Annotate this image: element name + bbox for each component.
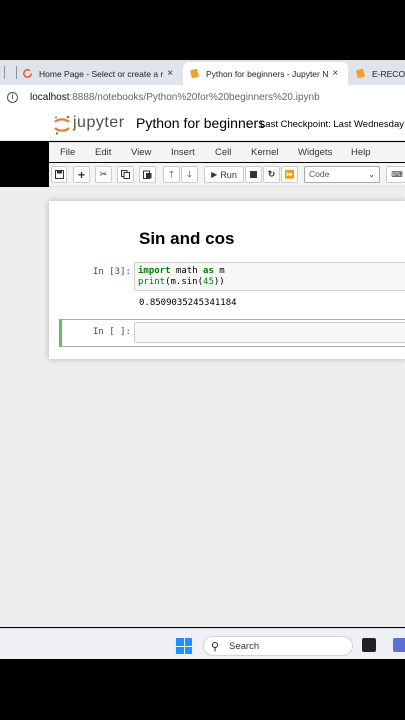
checkpoint-status: Last Checkpoint: Last Wednesday at [260,119,405,130]
jupyter-logo-text[interactable]: jupyter [73,114,125,132]
interrupt-button[interactable] [245,166,262,183]
insert-cell-button[interactable]: + [73,166,90,183]
taskbar-search[interactable]: ⚲ Search [203,636,353,656]
cell-type-value: Code [309,169,330,179]
cell-prompt: In [ ]: [93,327,131,337]
restart-icon: ↻ [267,169,276,179]
search-icon: ⚲ [211,641,220,653]
tab-home-page[interactable]: Home Page - Select or create a r × [22,62,180,85]
teams-app-icon[interactable] [393,638,405,652]
sync-icon [23,69,32,78]
notebook-title[interactable]: Python for beginners [136,115,265,131]
menu-edit[interactable]: Edit [95,147,111,158]
menu-bar: File Edit View Insert Cell Kernel Widget… [49,142,405,162]
tab-e-record[interactable]: E-RECOR [355,62,405,85]
search-placeholder: Search [229,641,260,652]
cell-type-select[interactable]: Code ⌄ [304,166,380,183]
tab-title: E-RECOR [372,68,405,79]
play-icon: ▶ [211,170,218,179]
restart-button[interactable]: ↻ [263,166,280,183]
run-button[interactable]: ▶ Run [204,166,244,183]
notebook-container: Sin and cos In [3]: import math as m pri… [49,201,405,359]
browser-tab-strip: Home Page - Select or create a r × Pytho… [0,60,405,85]
menu-cell[interactable]: Cell [215,147,231,158]
arrow-down-icon: 🡓 [187,168,192,179]
jupyter-logo-icon[interactable] [52,114,72,136]
close-tab-icon[interactable]: × [332,68,338,79]
command-palette-button[interactable]: ⌨ [386,166,405,183]
code-cell-input[interactable]: import math as m print(m.sin(45)) [134,262,405,291]
screen: Home Page - Select or create a r × Pytho… [0,0,405,720]
save-icon [54,170,64,179]
move-down-button[interactable]: 🡓 [181,166,198,183]
copy-icon [121,170,130,179]
fast-forward-icon: ⏩ [284,170,295,179]
selected-code-cell[interactable]: In [ ]: [59,319,405,347]
menu-kernel[interactable]: Kernel [251,147,278,158]
code-line: print(m.sin(45)) [138,277,225,287]
code-line: import math as m [138,266,225,276]
site-info-icon[interactable]: i [7,91,18,103]
notebook-area[interactable]: Sin and cos In [3]: import math as m pri… [0,187,405,627]
url-text[interactable]: localhost:8888/notebooks/Python%20for%20… [30,92,320,103]
cell-output: 0.8509035245341184 [139,298,237,308]
plus-icon: + [77,167,85,182]
copy-button[interactable] [117,166,134,183]
chevron-down-icon: ⌄ [368,170,375,179]
tab-title: Python for beginners - Jupyter N [206,68,329,79]
move-up-button[interactable]: 🡑 [163,166,180,183]
windows-taskbar: ⚲ Search [0,628,405,659]
paste-icon [143,170,152,179]
task-view-icon[interactable] [362,638,376,652]
menu-widgets[interactable]: Widgets [298,147,332,158]
notebook-favicon-icon [356,68,365,79]
menu-help[interactable]: Help [351,147,371,158]
notebook-toolbar: + ✂ 🡑 🡓 ▶ Run ↻ ⏩ Code ⌄ ⌨ [49,163,405,187]
tab-separator [4,66,5,79]
cut-button[interactable]: ✂ [95,166,112,183]
menu-view[interactable]: View [131,147,151,158]
run-label: Run [220,169,237,180]
menu-file[interactable]: File [60,147,75,158]
scissors-icon: ✂ [99,169,108,179]
restart-run-all-button[interactable]: ⏩ [281,166,298,183]
tab-title: Home Page - Select or create a r [39,68,164,79]
keyboard-icon: ⌨ [391,170,403,179]
paste-button[interactable] [139,166,156,183]
menu-insert[interactable]: Insert [171,147,195,158]
address-bar[interactable]: i localhost:8888/notebooks/Python%20for%… [0,85,405,109]
markdown-heading[interactable]: Sin and cos [139,229,234,249]
empty-code-input[interactable] [134,322,405,343]
cell-prompt: In [3]: [93,267,131,277]
jupyter-header: jupyter Python for beginners Last Checkp… [0,109,405,141]
tab-separator [16,66,17,79]
arrow-up-icon: 🡑 [169,168,174,179]
close-tab-icon[interactable]: × [167,68,173,79]
notebook-favicon-icon [190,68,199,79]
windows-start-icon[interactable] [176,638,192,654]
tab-python-for-beginners[interactable]: Python for beginners - Jupyter N × [183,62,348,85]
stop-icon [250,171,257,178]
save-button[interactable] [51,166,67,183]
